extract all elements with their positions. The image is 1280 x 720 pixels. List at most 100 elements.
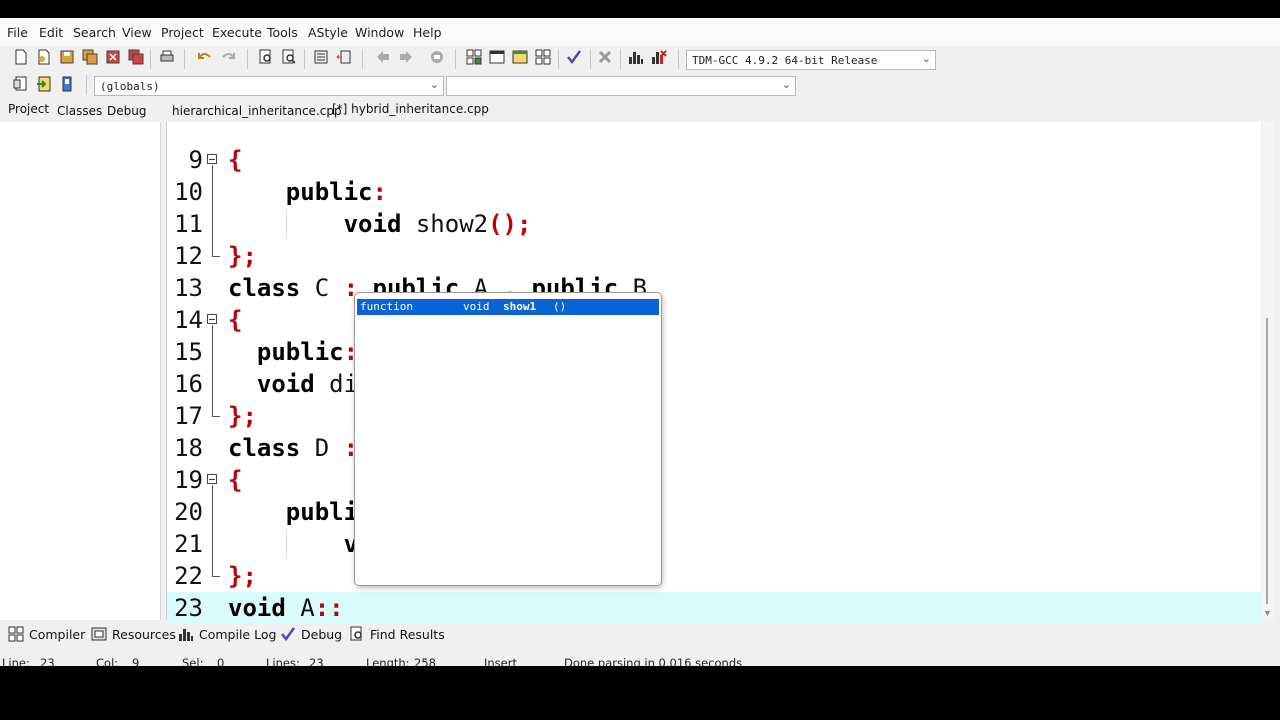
menu-search[interactable]: Search	[73, 25, 116, 40]
compiler-select[interactable]: TDM-GCC 4.9.2 64-bit Release ⌄	[686, 50, 936, 70]
code-line[interactable]: 15 public:	[167, 336, 1261, 368]
layout-icon[interactable]	[533, 47, 553, 67]
tab-project[interactable]: Project	[8, 102, 49, 116]
code-line[interactable]: 20 publi	[167, 496, 1261, 528]
left-panel-tabs: Project Classes Debug	[0, 100, 160, 122]
tab-debug[interactable]: Debug	[107, 104, 146, 118]
code-line[interactable]: 11 void show2();	[167, 208, 1261, 240]
goto-next-icon[interactable]	[396, 47, 416, 67]
bookmark-icon[interactable]	[427, 47, 447, 67]
menu-edit[interactable]: Edit	[39, 25, 63, 40]
window-icon[interactable]	[487, 47, 507, 67]
fold-guide	[212, 485, 213, 496]
project-options-icon[interactable]	[510, 47, 530, 67]
check-syntax-icon[interactable]	[564, 47, 584, 67]
close-file-icon[interactable]	[103, 47, 123, 67]
menu-file[interactable]: File	[7, 25, 28, 40]
scrollbar-thumb[interactable]	[1266, 318, 1268, 604]
code-line[interactable]: 17};	[167, 400, 1261, 432]
menu-execute[interactable]: Execute	[212, 25, 262, 40]
code-text: };	[228, 240, 257, 272]
editor-scrollbar[interactable]: ▼	[1262, 122, 1274, 620]
scroll-down-icon[interactable]: ▼	[1263, 608, 1272, 618]
tab-hierarchical-inheritance[interactable]: hierarchical_inheritance.cpp	[172, 104, 342, 118]
class-browser-icon[interactable]	[57, 74, 77, 94]
member-select[interactable]: ⌄	[446, 76, 796, 96]
toolbar-separator	[247, 49, 248, 69]
close-all-icon[interactable]	[126, 47, 146, 67]
code-symbol: :	[372, 178, 387, 206]
delete-profile-icon[interactable]	[649, 47, 669, 67]
scope-select[interactable]: (globals) ⌄	[94, 76, 444, 96]
toolbar-separator	[184, 49, 185, 69]
code-line[interactable]: 12};	[167, 240, 1261, 272]
unindent-icon[interactable]	[334, 47, 354, 67]
tab-resources[interactable]: Resources	[91, 626, 176, 642]
redo-icon[interactable]	[218, 47, 238, 67]
code-line[interactable]: 19 {	[167, 464, 1261, 496]
menu-help[interactable]: Help	[413, 25, 442, 40]
insert-icon[interactable]	[11, 74, 31, 94]
goto-previous-icon[interactable]	[373, 47, 393, 67]
file-tabs: hierarchical_inheritance.cpp [*] hybrid_…	[166, 100, 566, 122]
fold-toggle-icon[interactable]	[207, 314, 217, 324]
code-keyword: void	[256, 370, 315, 398]
menu-project[interactable]: Project	[161, 25, 204, 40]
code-line[interactable]: 9{	[167, 144, 1261, 176]
profile-chart-icon[interactable]	[626, 47, 646, 67]
menu-tools[interactable]: Tools	[267, 25, 298, 40]
save-icon[interactable]	[57, 47, 77, 67]
grid-icon	[8, 626, 24, 642]
tab-hybrid-inheritance[interactable]: [*] hybrid_inheritance.cpp	[332, 102, 489, 116]
new-file-icon[interactable]	[11, 47, 31, 67]
indent-icon[interactable]	[311, 47, 331, 67]
fold-guide	[212, 208, 213, 240]
code-line[interactable]: 14 {	[167, 304, 1261, 336]
tab-find-results[interactable]: Find Results	[349, 626, 445, 642]
code-symbol: };	[228, 242, 257, 270]
tab-classes[interactable]: Classes	[57, 104, 102, 118]
code-line[interactable]: 21 v	[167, 528, 1261, 560]
menu-window[interactable]: Window	[355, 25, 404, 40]
autocomplete-popup: function void show1 ()	[354, 292, 662, 586]
replace-icon[interactable]	[279, 47, 299, 67]
code-line[interactable]: 23 void A::	[167, 592, 1261, 624]
tab-compiler[interactable]: Compiler	[8, 626, 85, 642]
autocomplete-item-show1[interactable]: function void show1 ()	[357, 299, 659, 315]
code-symbol: };	[228, 402, 257, 430]
menu-astyle[interactable]: AStyle	[308, 25, 348, 40]
find-icon[interactable]	[256, 47, 276, 67]
code-symbol: };	[228, 562, 257, 590]
print-icon[interactable]	[157, 47, 177, 67]
tab-debug-output[interactable]: Debug	[280, 626, 342, 642]
goto-icon[interactable]	[34, 74, 54, 94]
code-line[interactable]: 22};	[167, 560, 1261, 592]
stop-icon[interactable]	[595, 47, 615, 67]
menu-view[interactable]: View	[122, 25, 152, 40]
status-col-label: Col:	[96, 656, 119, 666]
code-line[interactable]: 18 class D :	[167, 432, 1261, 464]
save-all-icon[interactable]	[80, 47, 100, 67]
status-lines-label: Lines:	[266, 656, 300, 666]
code-text: {	[228, 304, 242, 336]
open-file-icon[interactable]	[34, 47, 54, 67]
code-text: };	[228, 560, 257, 592]
fold-guide	[212, 528, 213, 560]
code-line[interactable]: 10 public:	[167, 176, 1261, 208]
code-keyword: publi	[285, 498, 359, 526]
code-line[interactable]: 16 void di	[167, 368, 1261, 400]
resources-icon	[91, 627, 107, 641]
fold-toggle-icon[interactable]	[207, 154, 217, 164]
code-text: class D :	[228, 432, 358, 464]
code-editor[interactable]: 9{10 public: 11 void show2(); 12}; 13 class …	[166, 122, 1261, 624]
undo-icon[interactable]	[195, 47, 215, 67]
status-message: Done parsing in 0.016 seconds	[564, 656, 743, 666]
tab-compile-log[interactable]: Compile Log	[178, 626, 276, 642]
project-tree-panel[interactable]	[0, 122, 161, 620]
fold-toggle-icon[interactable]	[207, 474, 217, 484]
project-new-icon[interactable]	[464, 47, 484, 67]
code-line[interactable]: 13 class C : public A , public B	[167, 272, 1261, 304]
code-token: A	[285, 594, 315, 622]
